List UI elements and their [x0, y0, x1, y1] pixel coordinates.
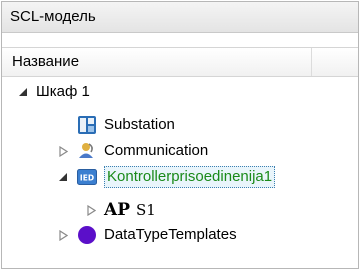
expand-arrow-icon[interactable] — [56, 228, 70, 242]
collapse-arrow-icon[interactable] — [16, 85, 30, 99]
panel-title: SCL-модель — [2, 2, 358, 33]
communication-icon — [76, 140, 98, 162]
scl-model-panel: SCL-модель Название Шкаф 1 Substation Co… — [1, 1, 359, 269]
column-header-name[interactable]: Название — [2, 48, 312, 76]
substation-icon — [76, 114, 98, 136]
tree-item-label: Шкаф 1 — [36, 83, 90, 100]
tree-item-label: S1 — [136, 201, 156, 219]
tree-header: Название — [2, 47, 358, 77]
tree-item-substation[interactable]: Substation — [56, 113, 175, 137]
tree-item-datatypetemplates[interactable]: DataTypeTemplates — [56, 223, 237, 247]
collapse-arrow-icon[interactable] — [56, 170, 70, 184]
ied-icon-text: IED — [80, 174, 94, 183]
tree-item-label: Communication — [104, 142, 209, 159]
tree-item-label: DataTypeTemplates — [104, 226, 237, 243]
tree-item-label: Substation — [104, 116, 175, 133]
expand-arrow-icon[interactable] — [84, 203, 98, 217]
tree-item-ied[interactable]: IED Kontrollerprisoedinenija1 — [56, 165, 276, 189]
access-point-icon: AP — [104, 200, 130, 220]
datatype-templates-icon — [76, 224, 98, 246]
expand-arrow-icon[interactable] — [56, 144, 70, 158]
tree-item-access-point[interactable]: AP S1 — [84, 198, 156, 222]
tree-item-communication[interactable]: Communication — [56, 139, 208, 163]
ied-icon: IED — [76, 166, 98, 188]
tree-item-root[interactable]: Шкаф 1 — [16, 80, 90, 104]
tree-item-label: Kontrollerprisoedinenija1 — [104, 166, 276, 188]
